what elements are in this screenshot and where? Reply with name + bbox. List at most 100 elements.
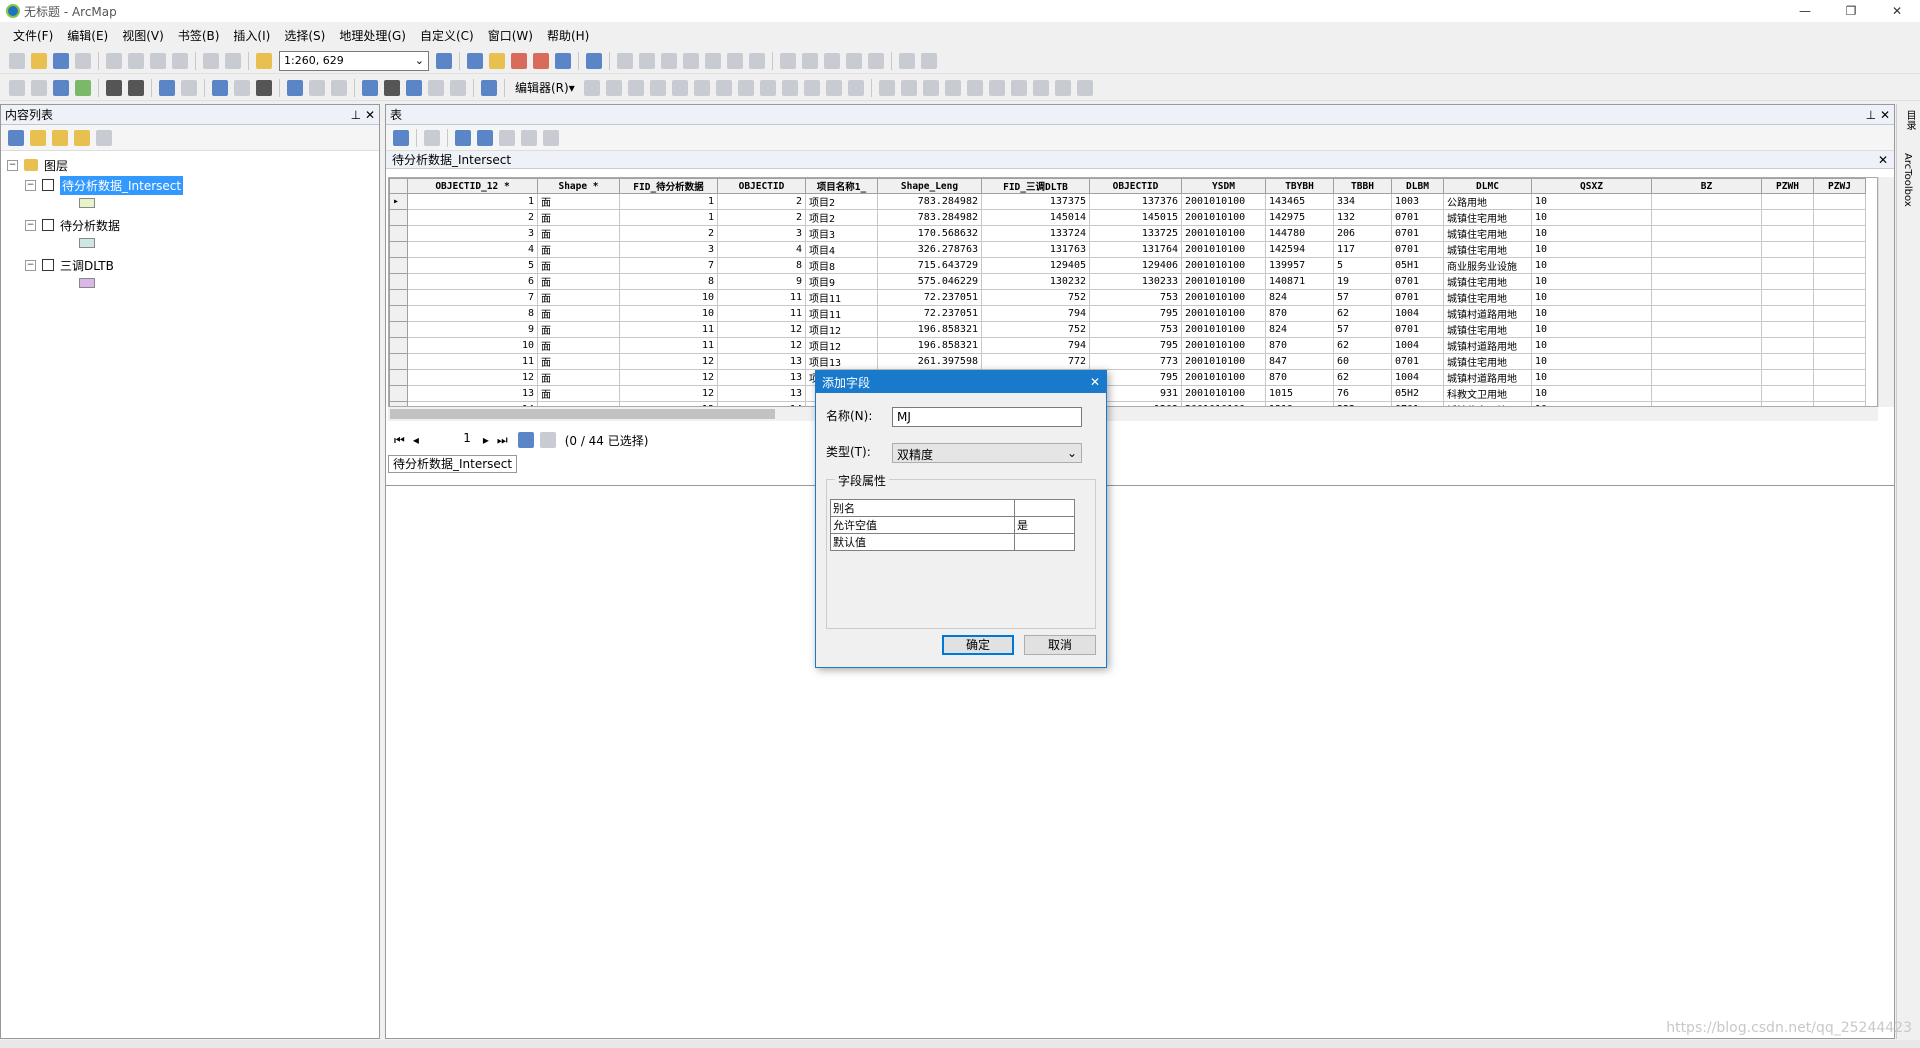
- row-selector-header[interactable]: [389, 178, 408, 194]
- layer-visibility-checkbox[interactable]: [42, 259, 54, 271]
- table-row[interactable]: 6 面 8 9 项目9 575.046229 130232 130233 2001010100 1…: [389, 273, 1866, 290]
- zoom-out-icon[interactable]: [31, 79, 47, 96]
- table-cell[interactable]: 城镇村道路用地: [1443, 369, 1532, 386]
- table-cell[interactable]: [1761, 257, 1814, 274]
- table-cell[interactable]: 05H1: [1391, 257, 1444, 274]
- layer-name[interactable]: 三调DLTB: [60, 257, 114, 274]
- table-cell[interactable]: 项目12: [805, 337, 878, 354]
- table-cell[interactable]: [1761, 369, 1814, 386]
- table-cell[interactable]: 2001010100: [1181, 273, 1266, 290]
- table-cell[interactable]: 8: [717, 257, 806, 274]
- column-header[interactable]: OBJECTID_12 *: [407, 178, 538, 194]
- table-cell[interactable]: [1761, 321, 1814, 338]
- table-cell[interactable]: [1761, 337, 1814, 354]
- property-value[interactable]: [1013, 533, 1076, 551]
- table-row[interactable]: 7 面 10 11 项目11 72.237051 752 753 2001010100 824 57…: [389, 289, 1866, 306]
- table-cell[interactable]: 129406: [1089, 257, 1182, 274]
- trim-icon[interactable]: [966, 79, 983, 96]
- table-cell[interactable]: 3: [619, 241, 718, 258]
- sketch-properties-icon[interactable]: [825, 79, 842, 96]
- table-cell[interactable]: 130233: [1089, 273, 1182, 290]
- table-cell[interactable]: 870: [1265, 369, 1334, 386]
- table-cell[interactable]: 145015: [1089, 209, 1182, 226]
- html-popup-icon[interactable]: [331, 79, 347, 96]
- create-features-icon[interactable]: [847, 79, 864, 96]
- table-cell[interactable]: 面: [537, 321, 620, 338]
- next-record-button[interactable]: ▸: [483, 433, 489, 447]
- full-extent-globe-icon[interactable]: [75, 79, 91, 96]
- toc-pin-close[interactable]: ⊥ ✕: [351, 108, 375, 122]
- menu-view[interactable]: 视图(V): [115, 27, 171, 44]
- table-cell[interactable]: 0701: [1391, 241, 1444, 258]
- table-cell[interactable]: 7: [407, 289, 538, 306]
- collapse-icon[interactable]: −: [25, 259, 36, 271]
- table-cell[interactable]: [1813, 209, 1866, 226]
- table-cell[interactable]: 商业服务业设施: [1443, 257, 1532, 274]
- table-cell[interactable]: [1761, 385, 1814, 402]
- table-cell[interactable]: 0701: [1391, 273, 1444, 290]
- table-cell[interactable]: 公路用地: [1443, 193, 1532, 210]
- table-cell[interactable]: 城镇住宅用地: [1443, 321, 1532, 338]
- table-cell[interactable]: 117: [1333, 241, 1392, 258]
- table-cell[interactable]: 项目9: [805, 273, 878, 290]
- table-cell[interactable]: 129405: [981, 257, 1090, 274]
- open-folder-icon[interactable]: [31, 52, 47, 69]
- table-cell[interactable]: [1761, 305, 1814, 322]
- table-cell[interactable]: 62: [1333, 369, 1392, 386]
- table-cell[interactable]: [1813, 369, 1866, 386]
- table-cell[interactable]: 城镇住宅用地: [1443, 289, 1532, 306]
- layer-item-dltb[interactable]: − 三调DLTB: [25, 255, 379, 275]
- property-row[interactable]: 默认值: [830, 533, 1076, 551]
- table-cell[interactable]: 10: [1531, 257, 1652, 274]
- options-icon[interactable]: [96, 129, 112, 146]
- table-cell[interactable]: [1761, 193, 1814, 210]
- table-cell[interactable]: 13: [407, 385, 538, 402]
- table-cell[interactable]: 11: [407, 353, 538, 370]
- table-cell[interactable]: 10: [619, 305, 718, 322]
- back-arrow-icon[interactable]: [159, 79, 175, 96]
- table-cell[interactable]: 0701: [1391, 321, 1444, 338]
- table-cell[interactable]: 170.568632: [877, 225, 982, 242]
- table-cell[interactable]: 1004: [1391, 305, 1444, 322]
- effects-icon[interactable]: [921, 52, 937, 69]
- close-table-icon[interactable]: ✕: [1878, 153, 1888, 167]
- table-cell[interactable]: 12: [717, 321, 806, 338]
- table-cell[interactable]: 76: [1333, 385, 1392, 402]
- table-cell[interactable]: 项目13: [805, 353, 878, 370]
- table-cell[interactable]: [1813, 337, 1866, 354]
- layer-name[interactable]: 待分析数据: [60, 217, 120, 234]
- table-cell[interactable]: 11: [619, 321, 718, 338]
- current-record-field[interactable]: 1: [419, 431, 475, 449]
- table-cell[interactable]: [1651, 273, 1762, 290]
- table-cell[interactable]: 面: [537, 289, 620, 306]
- table-cell[interactable]: 7: [619, 257, 718, 274]
- menu-selection[interactable]: 选择(S): [277, 27, 332, 44]
- animation-icon[interactable]: [899, 52, 915, 69]
- table-cell[interactable]: 面: [537, 225, 620, 242]
- table-cell[interactable]: 13: [717, 353, 806, 370]
- topology-tool-icon[interactable]: [617, 52, 633, 69]
- table-cell[interactable]: 11: [717, 289, 806, 306]
- column-header[interactable]: DLMC: [1443, 178, 1532, 194]
- menu-insert[interactable]: 插入(I): [226, 27, 277, 44]
- table-cell[interactable]: 10: [1531, 225, 1652, 242]
- row-selector[interactable]: [389, 225, 408, 242]
- construct-features-icon[interactable]: [1076, 79, 1093, 96]
- table-cell[interactable]: 261.397598: [877, 353, 982, 370]
- table-cell[interactable]: 6: [407, 273, 538, 290]
- table-cell[interactable]: 面: [537, 353, 620, 370]
- measure-icon[interactable]: [362, 79, 378, 96]
- table-cell[interactable]: 项目4: [805, 241, 878, 258]
- table-cell[interactable]: 4: [407, 241, 538, 258]
- print-icon[interactable]: [75, 52, 91, 69]
- pan-hand-icon[interactable]: [53, 79, 69, 96]
- table-cell[interactable]: 1: [619, 209, 718, 226]
- table-cell[interactable]: [1761, 241, 1814, 258]
- fixed-zoom-out-icon[interactable]: [128, 79, 144, 96]
- table-row[interactable]: ▸ 1 面 1 2 项目2 783.284982 137375 137376 2001010100…: [389, 193, 1866, 210]
- editor-menu-button[interactable]: 编辑器(R)▾: [509, 79, 581, 96]
- table-row[interactable]: 10 面 11 12 项目12 196.858321 794 795 2001010100 870…: [389, 337, 1866, 354]
- new-document-icon[interactable]: [9, 52, 25, 69]
- arctoolbox-tab[interactable]: ArcToolbox: [1902, 153, 1913, 207]
- table-cell[interactable]: 科教文卫用地: [1443, 385, 1532, 402]
